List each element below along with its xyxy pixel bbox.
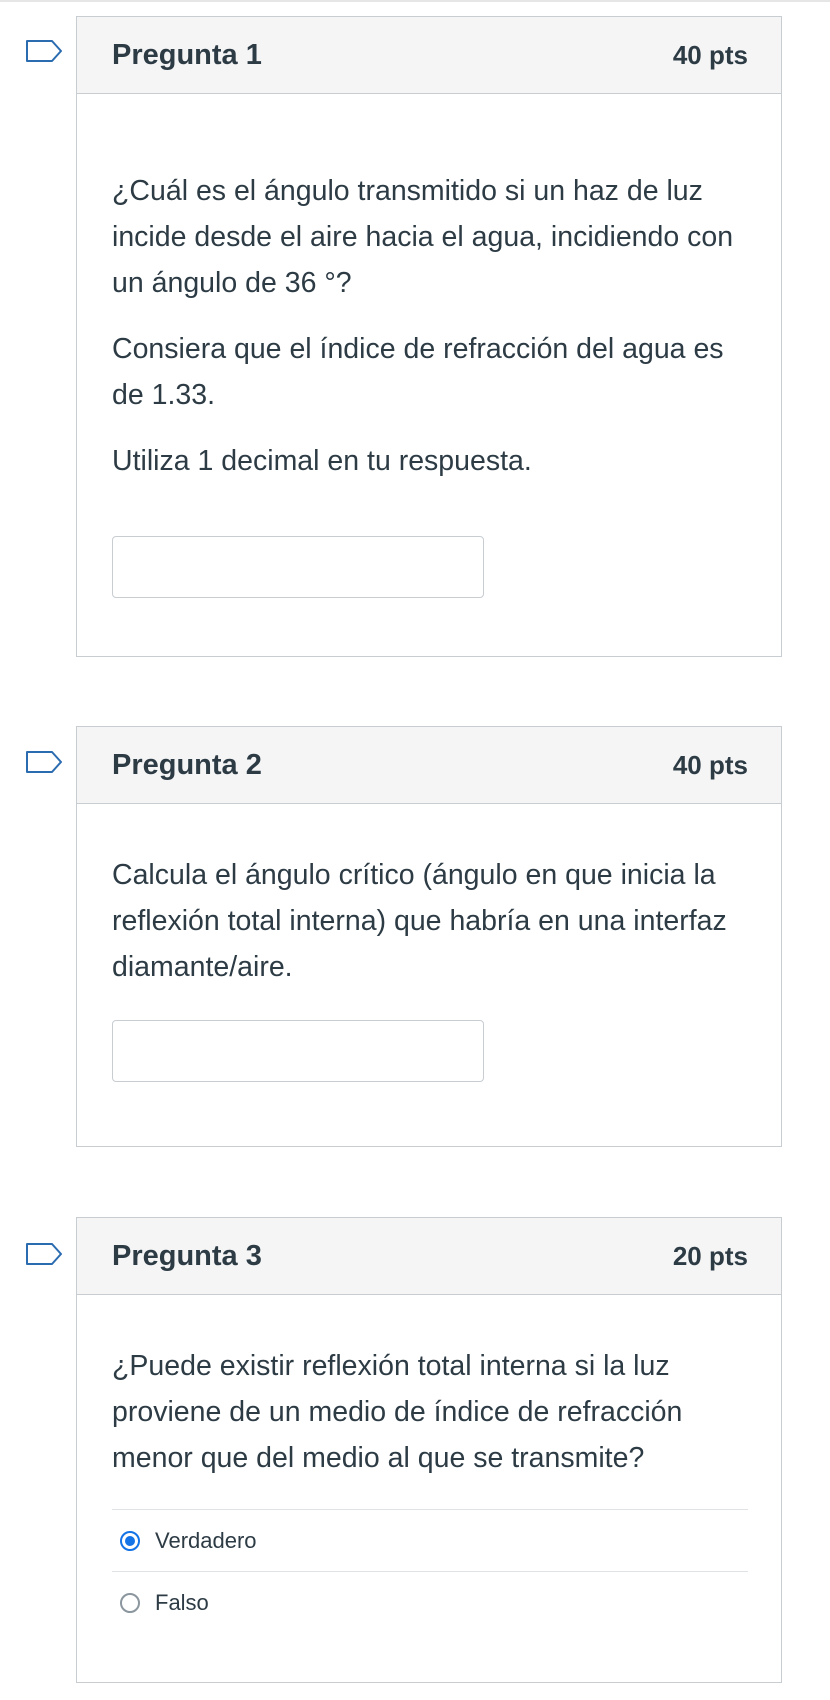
answer-input[interactable] xyxy=(112,536,484,598)
radio-unselected-icon[interactable] xyxy=(120,1592,140,1613)
question-text: ¿Cuál es el ángulo transmitido si un haz… xyxy=(112,168,748,484)
flag-icon[interactable] xyxy=(26,1243,62,1265)
question-paragraph: Consiera que el índice de refracción del… xyxy=(112,333,724,411)
question-title: Pregunta 3 xyxy=(112,1239,262,1272)
question-text: ¿Puede existir reflexión total interna s… xyxy=(112,1343,748,1481)
radio-selected-icon[interactable] xyxy=(120,1530,140,1551)
question-1: Pregunta 1 40 pts ¿Cuál es el ángulo tra… xyxy=(76,16,782,657)
answer-option-falso[interactable]: Falso xyxy=(112,1571,748,1633)
question-points: 40 pts xyxy=(672,39,748,70)
question-body: Calcula el ángulo crítico (ángulo en que… xyxy=(77,804,781,1082)
question-header: Pregunta 2 40 pts xyxy=(77,727,781,804)
answer-option-verdadero[interactable]: Verdadero xyxy=(112,1509,748,1571)
question-paragraph: ¿Cuál es el ángulo transmitido si un haz… xyxy=(112,175,734,299)
flag-icon[interactable] xyxy=(26,751,62,773)
question-title: Pregunta 2 xyxy=(112,748,262,781)
question-text: Calcula el ángulo crítico (ángulo en que… xyxy=(112,852,748,990)
question-points: 20 pts xyxy=(672,1240,748,1271)
answer-label[interactable]: Falso xyxy=(155,1590,209,1616)
answer-label[interactable]: Verdadero xyxy=(155,1528,257,1554)
question-paragraph: Calcula el ángulo crítico (ángulo en que… xyxy=(112,859,727,983)
question-points: 40 pts xyxy=(672,749,748,780)
question-body: ¿Cuál es el ángulo transmitido si un haz… xyxy=(77,94,781,598)
question-header: Pregunta 3 20 pts xyxy=(77,1218,781,1295)
top-divider xyxy=(0,0,830,2)
question-header: Pregunta 1 40 pts xyxy=(77,17,781,94)
answer-input[interactable] xyxy=(112,1020,484,1082)
question-2: Pregunta 2 40 pts Calcula el ángulo crít… xyxy=(76,726,782,1147)
question-title: Pregunta 1 xyxy=(112,38,262,71)
answer-options: Verdadero Falso xyxy=(112,1509,748,1633)
question-paragraph: Utiliza 1 decimal en tu respuesta. xyxy=(112,445,532,477)
question-body: ¿Puede existir reflexión total interna s… xyxy=(77,1295,781,1633)
flag-icon[interactable] xyxy=(26,40,62,62)
question-paragraph: ¿Puede existir reflexión total interna s… xyxy=(112,1350,683,1474)
question-3: Pregunta 3 20 pts ¿Puede existir reflexi… xyxy=(76,1217,782,1683)
